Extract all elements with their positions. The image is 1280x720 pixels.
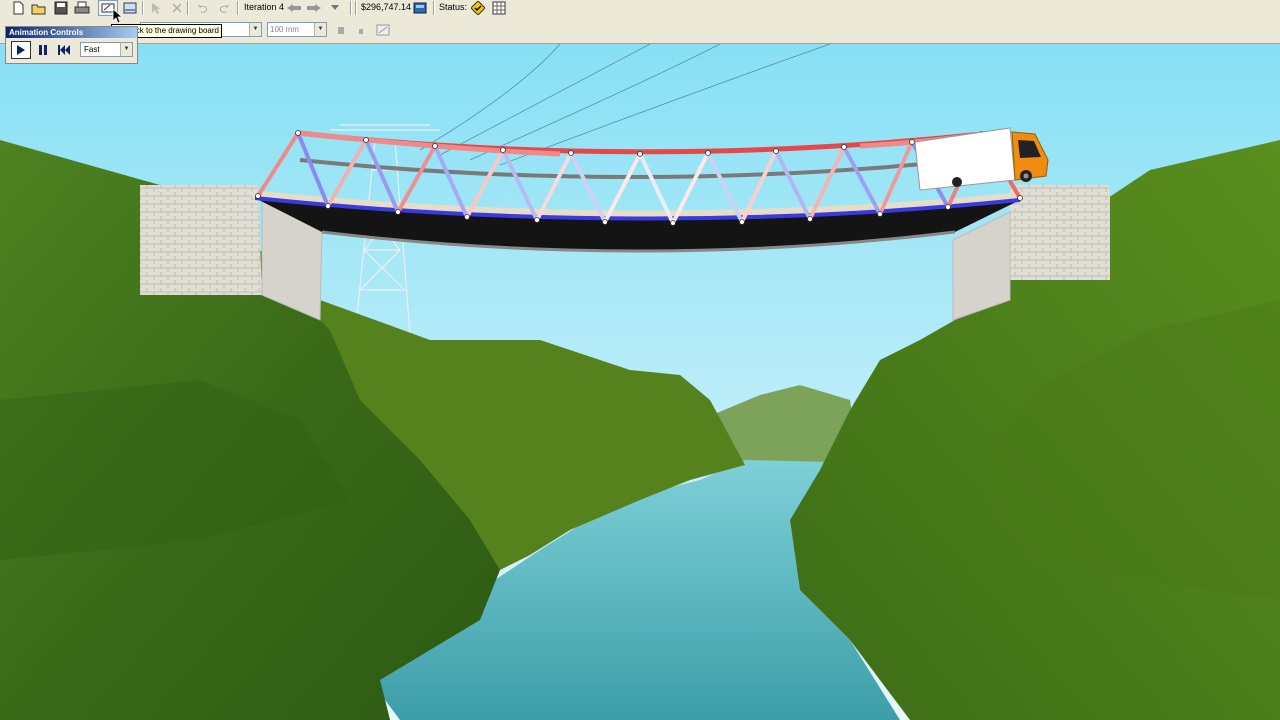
print-icon[interactable] [72, 0, 92, 16]
member-size-select[interactable]: 100 mm ▼ [267, 22, 327, 37]
forward-iteration-icon[interactable] [304, 0, 324, 16]
open-icon[interactable] [29, 0, 49, 16]
play-icon[interactable] [11, 41, 31, 59]
speed-value: Fast [84, 45, 100, 54]
status-ok-icon[interactable] [468, 0, 488, 16]
redo-icon[interactable] [214, 0, 234, 16]
member-size-value: 100 mm [270, 25, 299, 34]
member-list-icon[interactable] [373, 22, 393, 38]
speed-select[interactable]: Fast ▼ [80, 42, 133, 57]
animation-controls-panel: Animation Controls Fast ▼ [5, 26, 138, 64]
iteration-label: Iteration 4 [244, 2, 285, 12]
cost-display: $296,747.14 [361, 2, 412, 12]
size-down-icon[interactable] [331, 22, 351, 38]
pause-icon[interactable] [34, 41, 52, 59]
status-label: Status: [439, 2, 468, 12]
back-iteration-icon[interactable] [284, 0, 304, 16]
mouse-cursor-icon [112, 8, 122, 24]
load-test-icon[interactable] [120, 0, 140, 16]
select-icon[interactable] [146, 0, 166, 16]
animation-controls-title: Animation Controls [6, 27, 137, 38]
delete-icon[interactable] [167, 0, 187, 16]
new-icon[interactable] [8, 0, 28, 16]
grid-icon[interactable] [489, 0, 509, 16]
save-icon[interactable] [51, 0, 71, 16]
bridge-scene [0, 44, 1280, 720]
rewind-icon[interactable] [54, 41, 74, 59]
size-up-icon[interactable] [351, 22, 371, 38]
cost-report-icon[interactable] [410, 0, 430, 16]
undo-icon[interactable] [193, 0, 213, 16]
iteration-dropdown-icon[interactable] [325, 0, 345, 16]
